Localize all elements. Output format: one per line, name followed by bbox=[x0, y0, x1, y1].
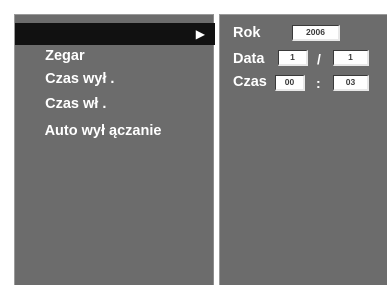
year-field[interactable]: 2006 bbox=[292, 25, 340, 41]
month-field[interactable]: 1 bbox=[333, 50, 369, 66]
menu-item-off-time[interactable]: Czas wył . bbox=[15, 46, 215, 87]
triangle-right-icon: ▶ bbox=[195, 27, 205, 41]
hour-field[interactable]: 00 bbox=[275, 75, 305, 91]
day-field[interactable]: 1 bbox=[278, 50, 308, 66]
menu-panel: Zegar ▶ Czas wył . Czas wł . Auto wył ąc… bbox=[14, 14, 215, 285]
menu-item-label: Auto wył ączanie bbox=[44, 123, 162, 139]
date-separator: / bbox=[317, 51, 321, 67]
date-label: Data bbox=[233, 51, 265, 67]
time-separator: : bbox=[316, 75, 321, 91]
time-label: Czas bbox=[233, 74, 267, 90]
clock-settings-panel: Rok 2006 Data 1 / 1 Czas 00 : 03 bbox=[219, 14, 387, 285]
minute-field[interactable]: 03 bbox=[333, 75, 369, 91]
year-label: Rok bbox=[233, 25, 261, 41]
menu-item-on-time[interactable]: Czas wł . bbox=[15, 71, 215, 112]
menu-item-auto-sleep[interactable]: Auto wył ączanie bbox=[15, 98, 215, 139]
menu-item-clock[interactable]: Zegar ▶ bbox=[15, 23, 215, 64]
